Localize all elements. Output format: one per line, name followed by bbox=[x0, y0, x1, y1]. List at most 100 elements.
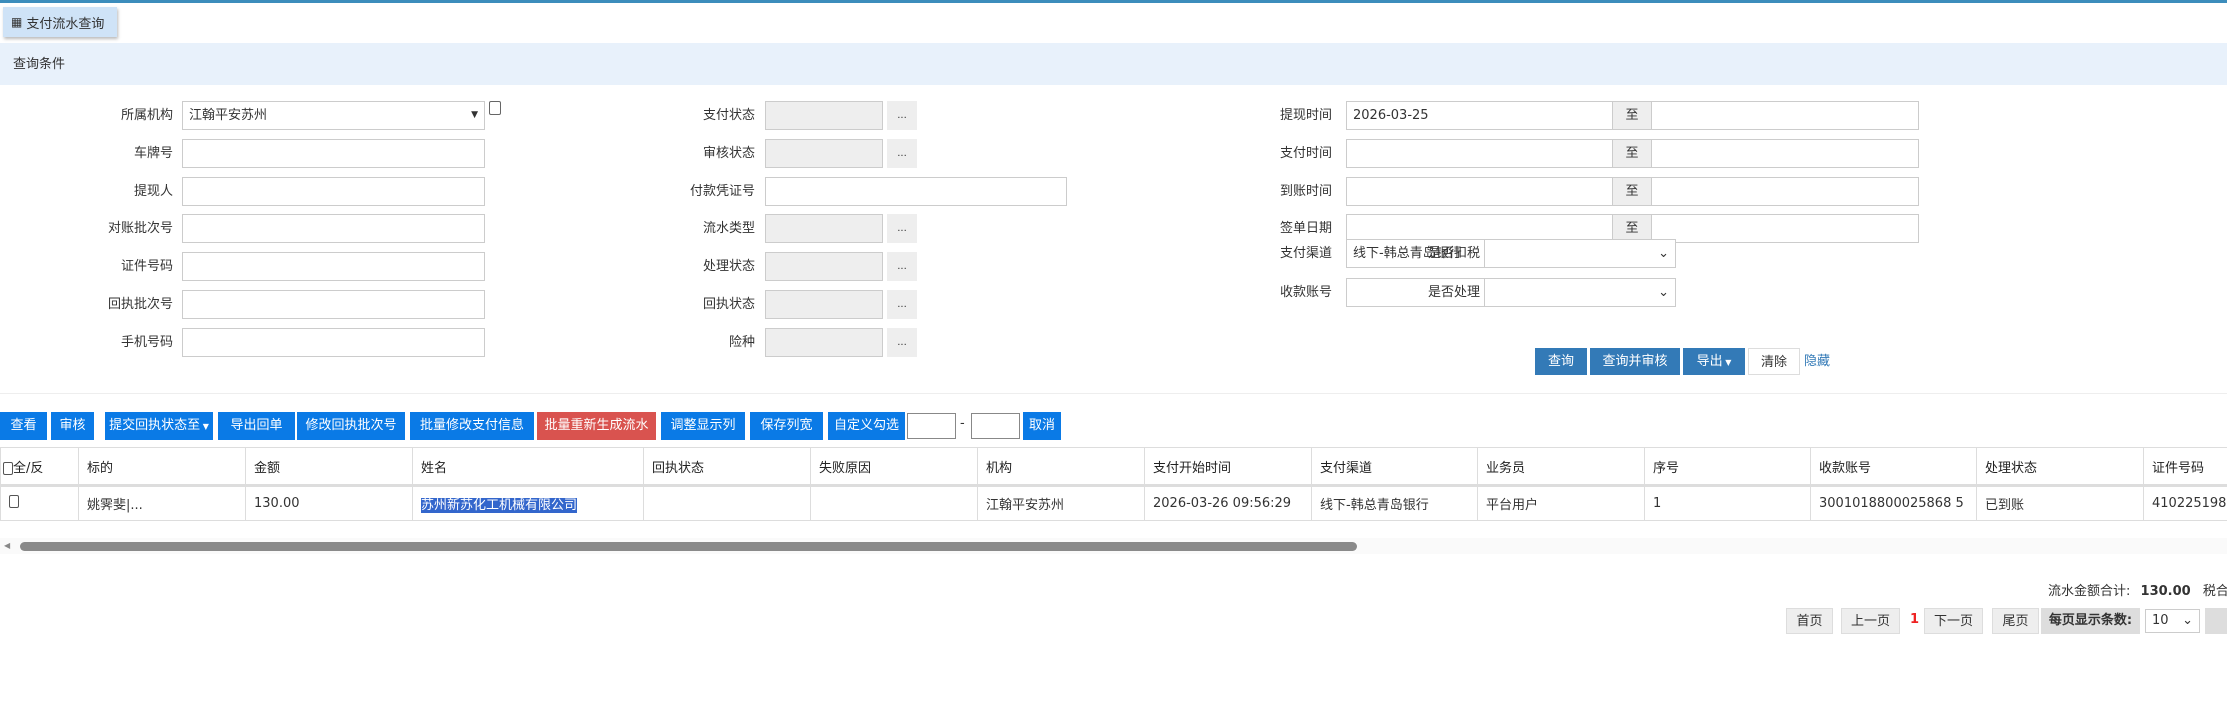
last-page-button[interactable]: 尾页 bbox=[1992, 608, 2039, 634]
date-to-input[interactable] bbox=[1651, 101, 1919, 130]
picker-button[interactable]: ... bbox=[887, 138, 917, 168]
field-label: 回执状态 bbox=[702, 297, 755, 312]
column-header[interactable]: 序号 bbox=[1644, 447, 1811, 487]
table-cell: 江翰平安苏州 bbox=[977, 485, 1145, 521]
custom-select-button[interactable]: 自定义勾选 bbox=[828, 412, 905, 440]
date-from-input[interactable]: 2026-03-25 bbox=[1346, 101, 1613, 130]
readonly-input bbox=[765, 138, 883, 168]
account-label: 收款账号 bbox=[1279, 285, 1332, 300]
text-input[interactable] bbox=[182, 327, 485, 357]
clear-button[interactable]: 清除 bbox=[1748, 348, 1800, 375]
range-to-input[interactable] bbox=[971, 413, 1020, 439]
field-label: 手机号码 bbox=[120, 334, 173, 350]
date-from-input[interactable] bbox=[1346, 138, 1613, 168]
date-to-input[interactable] bbox=[1651, 214, 1919, 244]
picker-button[interactable]: ... bbox=[887, 327, 917, 357]
readonly-input bbox=[765, 290, 883, 319]
table-cell bbox=[643, 485, 811, 521]
to-label: 至 bbox=[1612, 138, 1652, 168]
row-select-cell[interactable] bbox=[0, 485, 79, 521]
readonly-input bbox=[765, 214, 883, 244]
table-cell: 3001018800025868 5 bbox=[1810, 485, 1977, 521]
date-from-input[interactable] bbox=[1346, 176, 1613, 206]
field-label: 审核状态 bbox=[702, 145, 755, 161]
column-header[interactable]: 全/反 bbox=[0, 447, 79, 487]
per-page-select[interactable]: 10 ⌄ bbox=[2145, 609, 2200, 633]
top-accent-bar bbox=[0, 0, 2227, 3]
per-page-label: 每页显示条数: bbox=[2041, 608, 2140, 634]
hide-link[interactable]: 隐藏 bbox=[1804, 348, 1830, 375]
table-cell: 线下-韩总青岛银行 bbox=[1311, 485, 1478, 521]
date-to-input[interactable] bbox=[1651, 138, 1919, 168]
edit-batch-button[interactable]: 修改回执批次号 bbox=[297, 412, 405, 440]
next-page-button[interactable]: 下一页 bbox=[1924, 608, 1983, 634]
table-cell bbox=[810, 485, 978, 521]
processed-label: 是否处理 bbox=[1427, 285, 1480, 300]
select-all-checkbox[interactable] bbox=[3, 461, 13, 475]
submit-status-button[interactable]: 提交回执状态至 ▼ bbox=[105, 412, 213, 440]
field-label: 提现人 bbox=[133, 183, 173, 199]
picker-button[interactable]: ... bbox=[887, 214, 917, 244]
column-header[interactable]: 失败原因 bbox=[810, 447, 978, 487]
readonly-input bbox=[765, 252, 883, 282]
prev-page-button[interactable]: 上一页 bbox=[1841, 608, 1900, 634]
column-header[interactable]: 处理状态 bbox=[1976, 447, 2144, 487]
range-from-input[interactable] bbox=[907, 413, 956, 439]
field-label: 车牌号 bbox=[133, 145, 173, 161]
row-checkbox[interactable] bbox=[9, 495, 19, 508]
column-header[interactable]: 机构 bbox=[977, 447, 1145, 487]
range-dash: - bbox=[960, 416, 965, 431]
query-audit-button[interactable]: 查询并审核 bbox=[1590, 348, 1680, 375]
export-receipt-button[interactable]: 导出回单 bbox=[218, 412, 295, 440]
text-input[interactable] bbox=[182, 252, 485, 282]
go-button[interactable] bbox=[2205, 608, 2227, 634]
table-cell: 1 bbox=[1644, 485, 1811, 521]
org-include-checkbox[interactable] bbox=[489, 101, 501, 115]
field-label: 支付状态 bbox=[702, 108, 755, 123]
audit-button[interactable]: 审核 bbox=[51, 412, 94, 440]
batch-edit-pay-button[interactable]: 批量修改支付信息 bbox=[410, 412, 534, 440]
query-button[interactable]: 查询 bbox=[1535, 348, 1587, 375]
picker-button[interactable]: ... bbox=[887, 101, 917, 130]
scroll-left-icon[interactable]: ◀ bbox=[4, 541, 10, 550]
save-width-button[interactable]: 保存列宽 bbox=[750, 412, 823, 440]
scrollbar-thumb[interactable] bbox=[20, 542, 1357, 551]
export-button[interactable]: 导出 ▼ bbox=[1683, 348, 1745, 375]
picker-button[interactable]: ... bbox=[887, 252, 917, 282]
adjust-columns-button[interactable]: 调整显示列 bbox=[661, 412, 745, 440]
processed-select[interactable]: ⌄ bbox=[1484, 278, 1676, 307]
first-page-button[interactable]: 首页 bbox=[1786, 608, 1833, 634]
query-conditions-header: 查询条件 bbox=[0, 43, 2227, 85]
table-row[interactable]: 姚霁斐|... 130.00 苏州新苏化工机械有限公司 江翰平安苏州 2026-03-2… bbox=[0, 485, 2227, 521]
picker-button[interactable]: ... bbox=[887, 290, 917, 319]
field-label: 提现时间 bbox=[1279, 108, 1332, 123]
date-to-input[interactable] bbox=[1651, 176, 1919, 206]
column-header[interactable]: 姓名 bbox=[412, 447, 644, 487]
org-select[interactable]: 江翰平安苏州 ▼ bbox=[182, 101, 485, 130]
column-header[interactable]: 支付开始时间 bbox=[1144, 447, 1312, 487]
column-header[interactable]: 证件号码 bbox=[2143, 447, 2227, 487]
current-page: 1 bbox=[1910, 612, 1920, 627]
tab-payment-query[interactable]: ▦ 支付流水查询 bbox=[3, 7, 117, 37]
view-button[interactable]: 查看 bbox=[0, 412, 47, 440]
text-input[interactable] bbox=[182, 290, 485, 319]
horizontal-scrollbar[interactable]: ◀ bbox=[0, 538, 2227, 554]
column-header[interactable]: 回执状态 bbox=[643, 447, 811, 487]
text-input[interactable] bbox=[182, 176, 485, 206]
voucher-input[interactable] bbox=[765, 176, 1067, 206]
text-input[interactable] bbox=[182, 138, 485, 168]
regenerate-flow-button[interactable]: 批量重新生成流水 bbox=[537, 412, 656, 440]
field-label: 付款凭证号 bbox=[689, 183, 755, 199]
column-header[interactable]: 业务员 bbox=[1477, 447, 1645, 487]
divider bbox=[0, 393, 2227, 394]
field-label: 险种 bbox=[728, 334, 755, 350]
tax-select[interactable]: ⌄ bbox=[1484, 239, 1676, 268]
column-header[interactable]: 支付渠道 bbox=[1311, 447, 1478, 487]
field-label: 到账时间 bbox=[1279, 183, 1332, 199]
column-header[interactable]: 收款账号 bbox=[1810, 447, 1977, 487]
text-input[interactable] bbox=[182, 214, 485, 244]
org-label: 所属机构 bbox=[120, 108, 173, 123]
column-header[interactable]: 标的 bbox=[78, 447, 246, 487]
column-header[interactable]: 金额 bbox=[245, 447, 413, 487]
cancel-button[interactable]: 取消 bbox=[1023, 412, 1061, 440]
